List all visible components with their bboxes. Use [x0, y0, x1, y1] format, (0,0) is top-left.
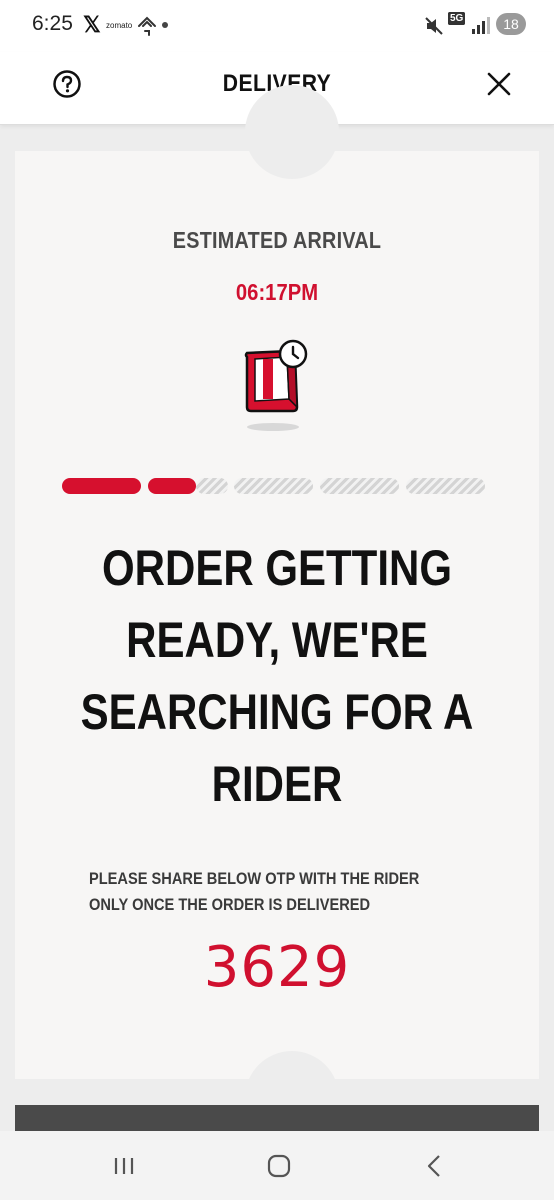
recents-icon[interactable] [109, 1151, 139, 1181]
signal-icon [472, 17, 490, 34]
close-icon[interactable] [484, 69, 514, 99]
network-type: 5G [448, 12, 466, 25]
progress-step [234, 478, 313, 494]
app-icon [138, 16, 156, 36]
status-bar: 6:25 𝕏 zomato 5G 18 [0, 0, 554, 52]
progress-step [320, 478, 399, 494]
5g-icon: 5G [448, 12, 466, 25]
x-app-icon: 𝕏 [83, 12, 101, 37]
food-bag-clock-icon [244, 339, 308, 431]
otp-instruction: PLEASE SHARE BELOW OTP WITH THE RIDER ON… [89, 869, 420, 914]
zomato-icon: zomato [106, 21, 133, 30]
order-status-heading: ORDER GETTING READY, WE'RE SEARCHING FOR… [80, 540, 474, 812]
status-time: 6:25 [32, 12, 73, 35]
otp-code: 3629 [203, 935, 351, 1000]
eta-label: ESTIMATED ARRIVAL [172, 227, 382, 253]
ticket-notch-top [245, 85, 339, 179]
eta-time: 06:17PM [235, 279, 319, 305]
order-progress-bar [62, 478, 486, 494]
back-icon[interactable] [420, 1151, 450, 1181]
system-nav-bar [0, 1131, 554, 1200]
notification-dot [162, 22, 168, 28]
mute-icon [425, 17, 443, 35]
progress-step [148, 478, 196, 494]
battery-icon: 18 [496, 13, 526, 35]
progress-step [62, 478, 141, 494]
order-status-card: ESTIMATED ARRIVAL 06:17PM ORDER GETTING … [15, 85, 539, 1145]
progress-step-remaining [196, 478, 228, 494]
home-icon[interactable] [264, 1151, 294, 1181]
progress-step [406, 478, 485, 494]
